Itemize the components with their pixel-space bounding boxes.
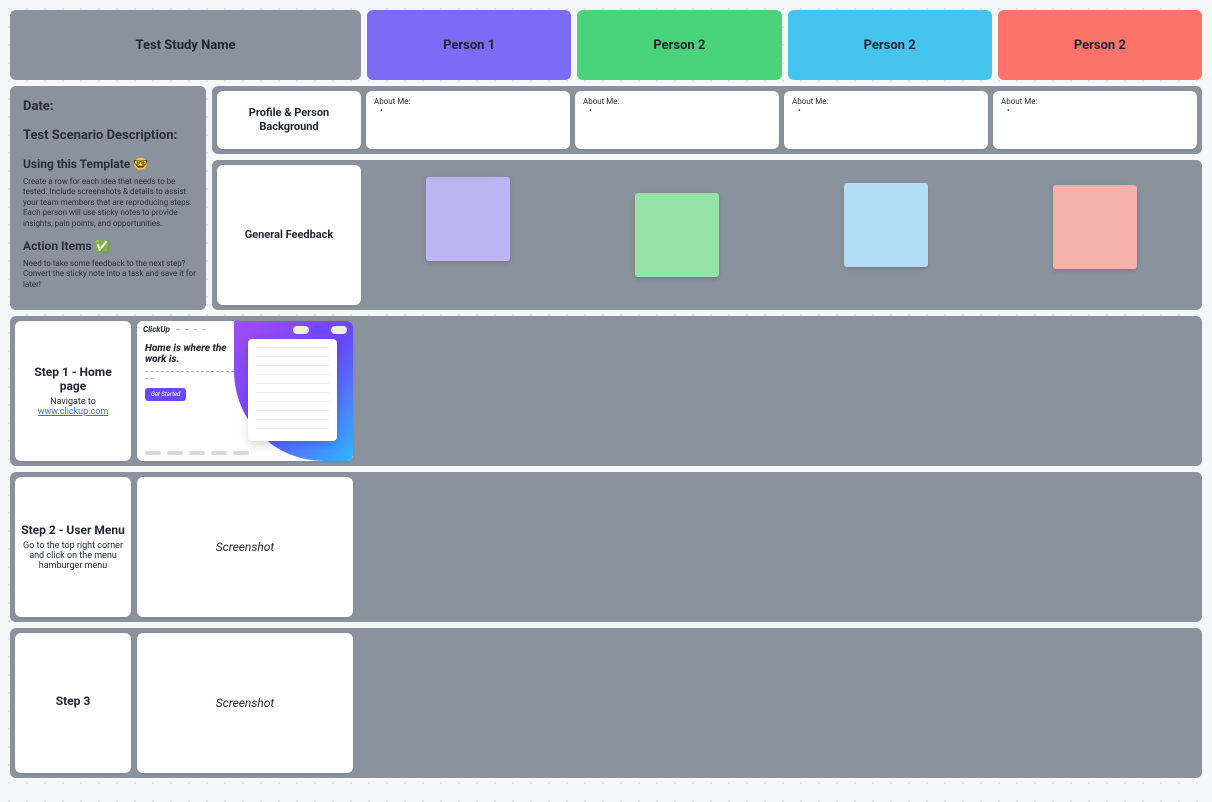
mock-subhead: — — — — — — — — — — — — — — — — — — — — [145,369,236,382]
whiteboard-canvas[interactable]: Test Study Name Person 1 Person 2 Person… [10,10,1202,778]
feedback-group: General Feedback [212,160,1202,310]
person-header-1[interactable]: Person 1 [367,10,571,80]
step-1-label-card[interactable]: Step 1 - Home page Navigate to www.click… [15,321,131,461]
profile-group: Profile & Person Background About Me: • … [212,86,1202,154]
about-me-label: About Me: [374,97,410,106]
about-card-2[interactable]: About Me: • [575,91,779,149]
bullet-icon: • [583,106,592,115]
feedback-slot-1 [366,165,570,305]
feedback-label-card[interactable]: General Feedback [217,165,361,305]
profile-label-card[interactable]: Profile & Person Background [217,91,361,149]
clickup-mock: ClickUp ———— Home is where the work is. … [137,321,353,461]
feedback-slot-3 [784,165,988,305]
mock-nav: ———— [176,327,206,333]
sticky-note-3[interactable] [844,183,928,267]
step-1-desc: Navigate to www.clickup.com [21,397,125,417]
step-1-title: Step 1 - Home page [21,365,125,393]
bullet-icon: • [1001,106,1010,115]
bullet-icon: • [374,106,383,115]
screenshot-placeholder-text: Screenshot [216,696,274,710]
template-heading: Using this Template 🤓 [23,157,196,171]
step-1-screenshot[interactable]: ClickUp ———— Home is where the work is. … [137,321,353,461]
clickup-logo: ClickUp [143,325,170,334]
about-card-3[interactable]: About Me: • [784,91,988,149]
study-name-cell[interactable]: Test Study Name [10,10,361,80]
step-3-screenshot[interactable]: Screenshot [137,633,353,773]
profile-feedback-stack: Profile & Person Background About Me: • … [212,86,1202,310]
step-1-link[interactable]: www.clickup.com [38,407,109,417]
mock-headline: Home is where the work is. [145,343,236,365]
sticky-note-1[interactable] [426,177,510,261]
mock-primary-button: Get Started [145,388,186,401]
step-3-label-card[interactable]: Step 3 [15,633,131,773]
about-card-1[interactable]: About Me: • [366,91,570,149]
actions-desc: Need to take some feedback to the next s… [23,259,196,290]
info-strip: Date: Test Scenario Description: Using t… [10,86,1202,310]
step-row-3: Step 3 Screenshot [10,628,1202,778]
header-row: Test Study Name Person 1 Person 2 Person… [10,10,1202,80]
mock-logostrip [145,451,249,455]
step-2-desc: Go to the top right corner and click on … [21,541,125,571]
about-me-label: About Me: [792,97,828,106]
feedback-slot-2 [575,165,779,305]
step-2-screenshot[interactable]: Screenshot [137,477,353,617]
date-label: Date: [23,99,196,114]
scenario-label: Test Scenario Description: [23,128,196,143]
sticky-note-4[interactable] [1053,185,1137,269]
screenshot-placeholder-text: Screenshot [216,540,274,554]
instructions-card[interactable]: Date: Test Scenario Description: Using t… [10,86,206,310]
step-1-desc-text: Navigate to [50,397,96,407]
step-2-title: Step 2 - User Menu [21,523,125,537]
step-row-2: Step 2 - User Menu Go to the top right c… [10,472,1202,622]
actions-heading: Action Items ✅ [23,239,196,253]
feedback-slot-4 [993,165,1197,305]
about-me-label: About Me: [583,97,619,106]
sticky-note-2[interactable] [635,193,719,277]
bullet-icon: • [792,106,801,115]
step-2-label-card[interactable]: Step 2 - User Menu Go to the top right c… [15,477,131,617]
step-row-1: Step 1 - Home page Navigate to www.click… [10,316,1202,466]
about-me-label: About Me: [1001,97,1037,106]
step-1-notes-area[interactable] [359,321,1197,461]
step-3-notes-area[interactable] [359,633,1197,773]
step-3-title: Step 3 [56,694,91,708]
template-desc: Create a row for each idea that needs to… [23,177,196,229]
person-header-3[interactable]: Person 2 [788,10,992,80]
step-2-notes-area[interactable] [359,477,1197,617]
mock-cta [293,326,347,334]
person-header-4[interactable]: Person 2 [998,10,1202,80]
about-card-4[interactable]: About Me: • [993,91,1197,149]
person-header-2[interactable]: Person 2 [577,10,781,80]
